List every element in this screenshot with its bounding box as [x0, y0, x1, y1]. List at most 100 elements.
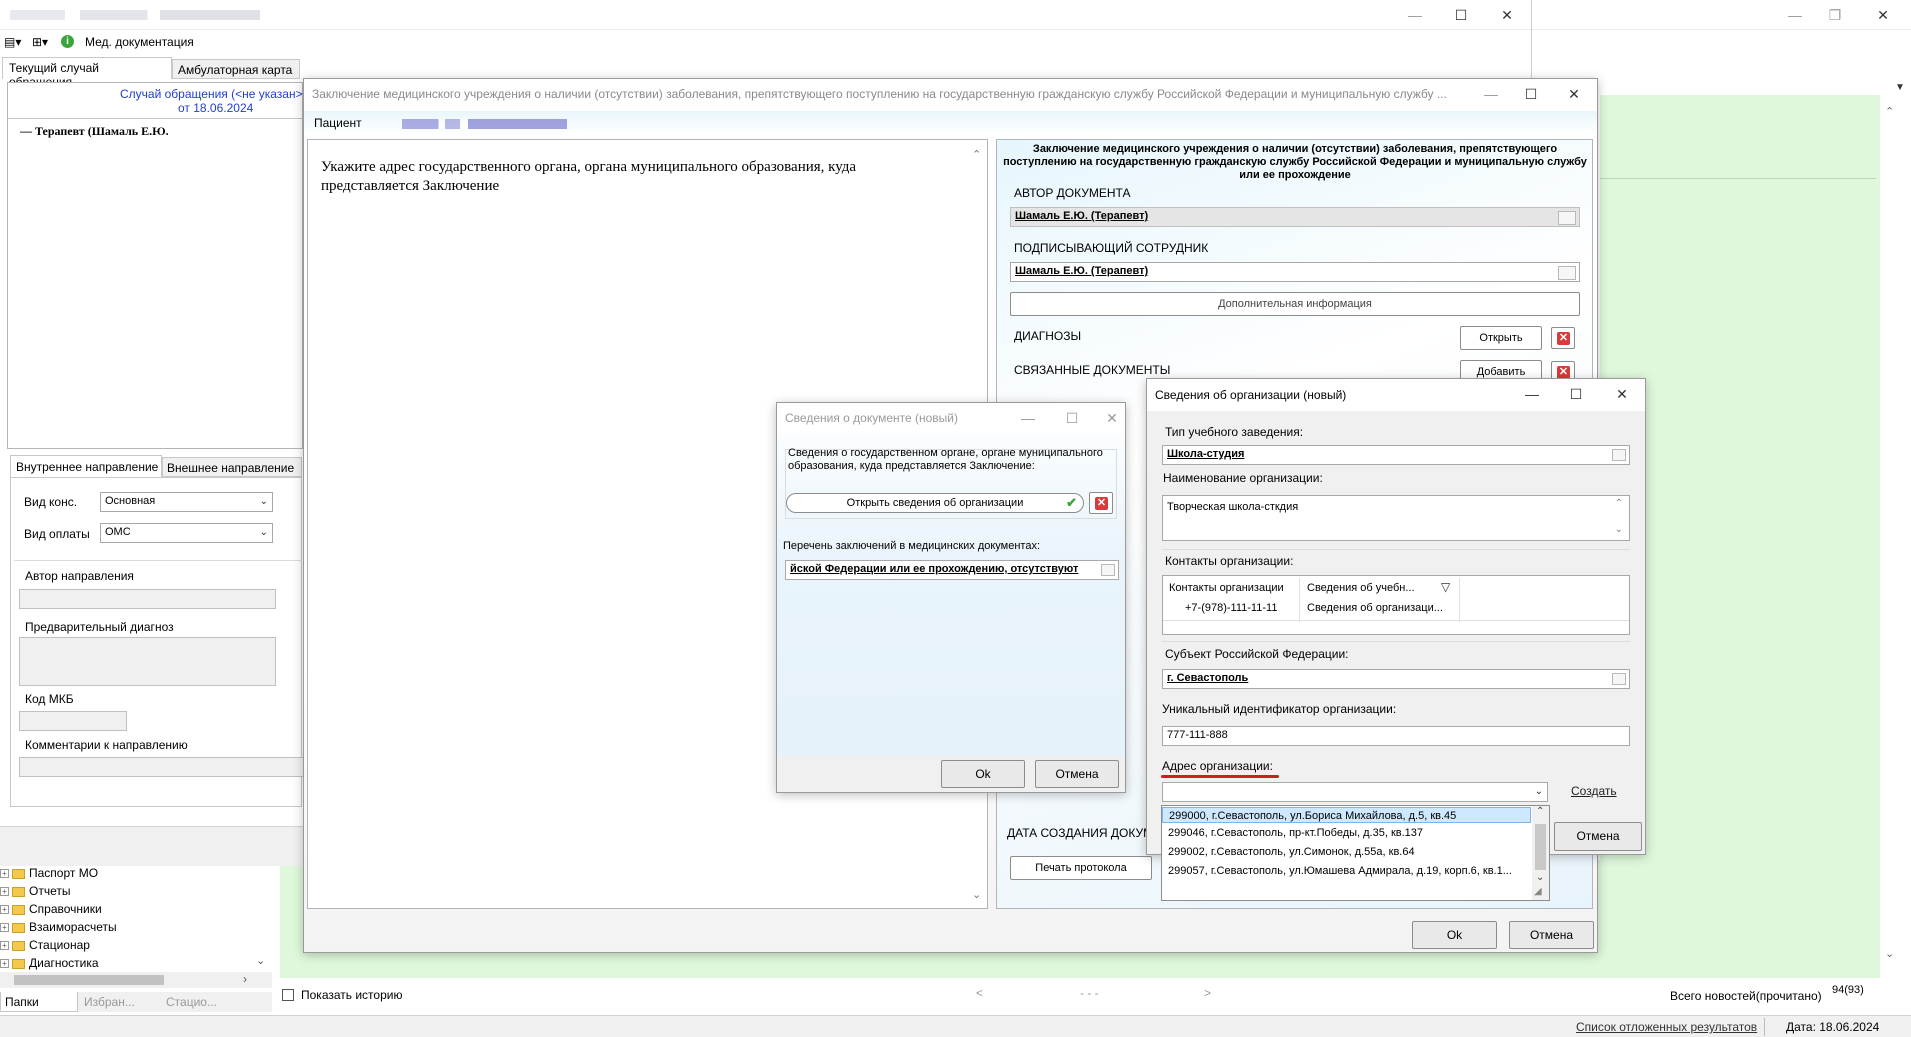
uid-field[interactable]: 777-111-888: [1162, 726, 1630, 746]
folder-reports[interactable]: + Отчеты: [0, 884, 70, 899]
pager-prev[interactable]: <: [976, 986, 983, 1000]
delete-diagnoses-button[interactable]: ✕: [1551, 327, 1575, 349]
tab-current-case[interactable]: Текущий случай обращения: [2, 57, 172, 89]
minimize-icon[interactable]: —: [1476, 83, 1506, 105]
scroll-up-icon[interactable]: ⌃: [1536, 806, 1544, 817]
resize-grip-icon[interactable]: ◢: [1534, 886, 1542, 897]
org-cancel-button[interactable]: Отмена: [1554, 822, 1642, 851]
extra-info-button[interactable]: Дополнительная информация: [1010, 292, 1580, 316]
signer-field[interactable]: Шамаль Е.Ю. (Терапевт): [1010, 262, 1580, 282]
outer-close-icon[interactable]: ✕: [1868, 4, 1898, 26]
deferred-results-link[interactable]: Список отложенных результатов: [1576, 1020, 1757, 1034]
contacts-grid[interactable]: Контакты организации Сведения об учебн..…: [1162, 575, 1630, 635]
info-icon[interactable]: i: [61, 35, 74, 48]
address-option[interactable]: 299000, г.Севастополь, ул.Бориса Михайло…: [1162, 807, 1531, 823]
address-option[interactable]: 299002, г.Севастополь, ул.Симонок, д.55а…: [1162, 844, 1531, 860]
tab-ambulatory-card[interactable]: Амбулаторная карта: [172, 59, 300, 79]
address-option[interactable]: 299057, г.Севастополь, ул.Юмашева Адмира…: [1162, 863, 1531, 879]
folder-references[interactable]: + Справочники: [0, 902, 102, 917]
create-address-link[interactable]: Создать: [1571, 784, 1617, 798]
med-docs-menu[interactable]: Мед. документация: [85, 35, 194, 49]
minimize-icon[interactable]: —: [1013, 407, 1043, 429]
doc-info-ok-button[interactable]: Ok: [941, 760, 1025, 788]
expand-icon: +: [0, 905, 9, 915]
ellipsis-icon[interactable]: [1612, 673, 1626, 685]
name-scroll-up-icon[interactable]: ⌃: [1615, 498, 1623, 509]
show-history-checkbox[interactable]: [282, 989, 294, 1001]
name-scroll-down-icon[interactable]: ⌄: [1615, 524, 1623, 535]
minimize-icon[interactable]: —: [1517, 383, 1547, 405]
prelim-diag-field[interactable]: [19, 637, 276, 686]
scroll-down-icon[interactable]: ⌄: [1885, 947, 1894, 960]
contact-info-cell[interactable]: Сведения об организаци...: [1307, 602, 1443, 614]
maximize-icon[interactable]: ☐: [1516, 83, 1546, 105]
close-icon[interactable]: ✕: [1097, 407, 1127, 429]
name-field[interactable]: Творческая школа-сткдия ⌃ ⌄: [1162, 495, 1630, 541]
address-label-underline: [1161, 775, 1279, 778]
prompt-scroll-down-icon[interactable]: ⌄: [972, 888, 981, 901]
tab-stationary[interactable]: Стацио...: [160, 992, 272, 1012]
tab-favorites[interactable]: Избран...: [78, 992, 160, 1012]
doc-list-field[interactable]: йской Федерации или ее прохождению, отсу…: [785, 560, 1119, 580]
address-option[interactable]: 299046, г.Севастополь, пр-кт.Победы, д.3…: [1162, 825, 1531, 841]
scroll-down-icon[interactable]: ⌄: [1536, 872, 1544, 883]
folder-icon: [12, 868, 25, 879]
vid-kons-select[interactable]: Основная ⌄: [100, 492, 273, 512]
outer-minimize-icon[interactable]: —: [1780, 4, 1810, 26]
tree-hscroll-thumb[interactable]: [14, 975, 164, 985]
tab-external-direction[interactable]: Внешнее направление: [162, 457, 302, 477]
maximize-icon[interactable]: ☐: [1057, 407, 1087, 429]
contact-phone-cell[interactable]: +7-(978)-111-11-11: [1185, 602, 1277, 614]
ellipsis-icon[interactable]: [1558, 211, 1576, 225]
scroll-up-icon[interactable]: ⌃: [1885, 105, 1894, 118]
conclusion-ok-button[interactable]: Ok: [1412, 921, 1497, 949]
type-value: Школа-студия: [1167, 448, 1245, 460]
scroll-thumb[interactable]: [1535, 824, 1546, 870]
ellipsis-icon[interactable]: [1101, 564, 1115, 576]
scroll-right-icon[interactable]: ›: [243, 972, 247, 986]
tab-internal-direction[interactable]: Внутреннее направление: [10, 455, 162, 477]
author-field[interactable]: Шамаль Е.Ю. (Терапевт): [1010, 207, 1580, 227]
author-direction-field[interactable]: [19, 589, 276, 609]
outer-restore-icon[interactable]: ❐: [1820, 4, 1850, 26]
close-icon[interactable]: ✕: [1607, 383, 1637, 405]
subject-field[interactable]: г. Севастополь: [1162, 669, 1630, 689]
maximize-icon[interactable]: ☐: [1561, 383, 1591, 405]
address-dropdown-list[interactable]: 299000, г.Севастополь, ул.Бориса Михайло…: [1161, 805, 1550, 901]
folder-hospital[interactable]: + Стационар: [0, 938, 90, 953]
comment-field[interactable]: [19, 757, 304, 777]
tree-root-node[interactable]: — Терапевт (Шамаль Е.Ю.: [20, 124, 169, 139]
folder-passport[interactable]: + Паспорт МО: [0, 866, 98, 881]
win-minimize-icon[interactable]: —: [1400, 4, 1430, 26]
vid-oplaty-select[interactable]: ОМС ⌄: [100, 523, 273, 543]
green-area-scrollbar[interactable]: ⌃ ⌄: [1882, 95, 1899, 975]
prompt-scroll-up-icon[interactable]: ⌃: [972, 148, 981, 161]
type-field[interactable]: Школа-студия: [1162, 445, 1630, 465]
filter-icon[interactable]: ▽: [1441, 580, 1450, 594]
right-dropdown-icon[interactable]: ▼: [1895, 82, 1905, 93]
ellipsis-icon[interactable]: [1558, 266, 1576, 280]
pager-next[interactable]: >: [1204, 986, 1211, 1000]
folder-diagnostics[interactable]: + Диагностика: [0, 956, 99, 971]
grid-menu-icon[interactable]: ⊞▾: [32, 35, 48, 49]
conclusion-cancel-button[interactable]: Отмена: [1509, 921, 1594, 949]
folder-settlements[interactable]: + Взаиморасчеты: [0, 920, 117, 935]
doc-info-cancel-button[interactable]: Отмена: [1035, 760, 1119, 788]
print-protocol-button[interactable]: Печать протокола: [1010, 856, 1152, 880]
tree-scroll-down-icon[interactable]: ⌄: [256, 954, 265, 967]
info-col-header[interactable]: Сведения об учебн...: [1307, 582, 1415, 594]
address-combo[interactable]: ⌄: [1162, 782, 1548, 802]
print-menu-icon[interactable]: ▤▾: [4, 35, 21, 49]
tree-hscroll[interactable]: ›: [0, 972, 272, 988]
close-icon[interactable]: ✕: [1559, 83, 1589, 105]
contacts-col-header[interactable]: Контакты организации: [1169, 582, 1284, 594]
open-org-info-button[interactable]: Открыть сведения об организации ✔: [786, 493, 1084, 513]
mkb-field[interactable]: [19, 711, 127, 731]
tab-folders[interactable]: Папки: [0, 992, 78, 1012]
win-maximize-icon[interactable]: ☐: [1446, 4, 1476, 26]
delete-org-button[interactable]: ✕: [1089, 492, 1113, 514]
win-close-icon[interactable]: ✕: [1492, 4, 1522, 26]
ellipsis-icon[interactable]: [1612, 449, 1626, 461]
subject-value: г. Севастополь: [1167, 672, 1249, 684]
open-diagnoses-button[interactable]: Открыть: [1460, 326, 1542, 350]
